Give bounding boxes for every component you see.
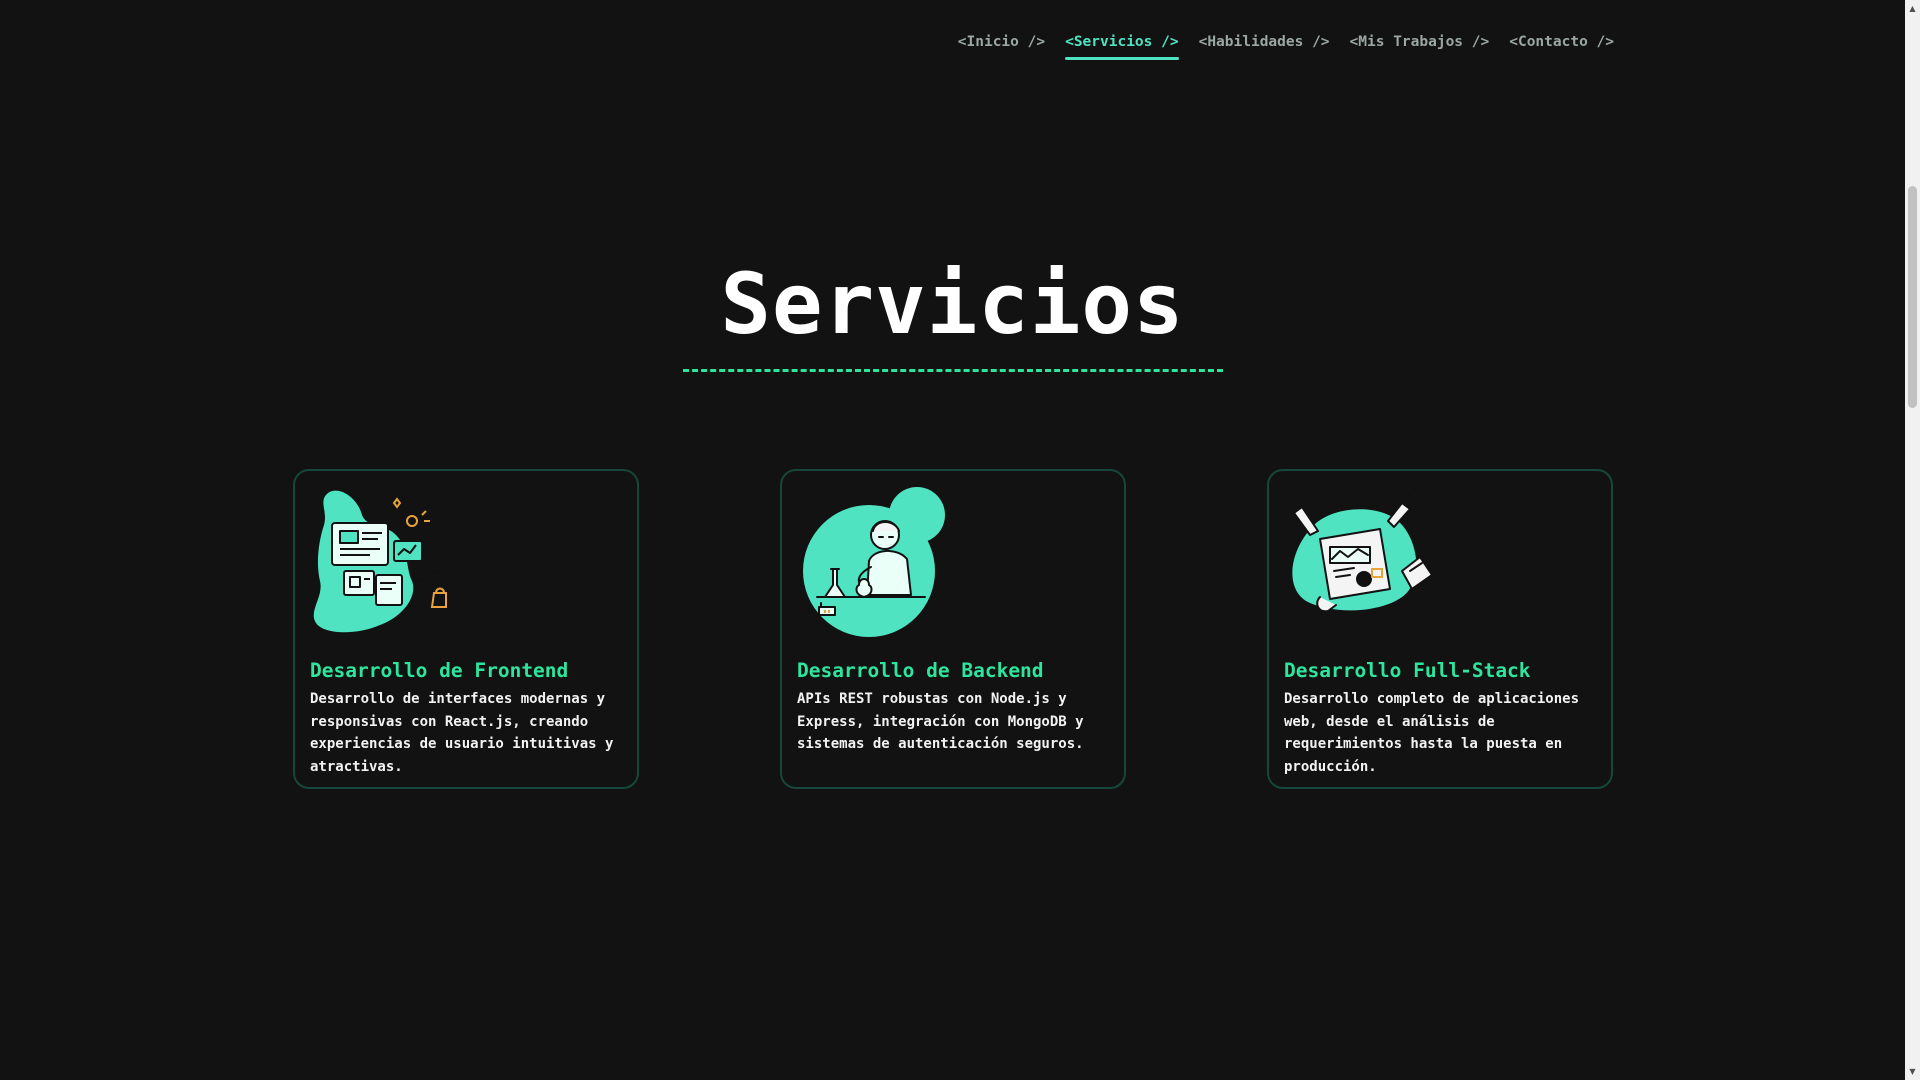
section-title: Servicios [720,255,1185,353]
main-nav: <Inicio /> <Servicios /> <Habilidades />… [958,30,1614,60]
fullstack-illustration-icon [1291,488,1433,613]
nav-item-servicios[interactable]: <Servicios /> [1065,30,1179,60]
card-title-fullstack: Desarrollo Full-Stack [1284,659,1531,682]
card-description-frontend: Desarrollo de interfaces modernas y resp… [310,691,614,775]
nav-item-contacto[interactable]: <Contacto /> [1509,30,1614,60]
card-description-backend: APIs REST robustas con Node.js y Express… [797,691,1084,752]
nav-item-inicio[interactable]: <Inicio /> [958,30,1045,60]
card-description-fullstack: Desarrollo completo de aplicaciones web,… [1284,691,1580,775]
scroll-thumb[interactable] [1908,186,1917,408]
card-title-backend: Desarrollo de Backend [797,659,1044,682]
page: <Inicio /> <Servicios /> <Habilidades />… [0,0,1920,1080]
nav-item-mis-trabajos[interactable]: <Mis Trabajos /> [1350,30,1490,60]
services-grid: Desarrollo de Frontend Desarrollo de int… [293,469,1613,789]
nav-item-habilidades[interactable]: <Habilidades /> [1199,30,1330,60]
card-title-frontend: Desarrollo de Frontend [310,659,569,682]
title-underline [683,369,1223,372]
frontend-illustration-icon [313,490,447,633]
scroll-up-arrow-icon[interactable]: ▲ [1905,0,1920,17]
service-card-fullstack: Desarrollo Full-Stack Desarrollo complet… [1267,469,1613,789]
service-card-frontend: Desarrollo de Frontend Desarrollo de int… [293,469,639,789]
page-scrollbar[interactable]: ▲ ▼ [1905,0,1920,1080]
backend-illustration-icon [803,487,945,637]
service-card-backend: Desarrollo de Backend APIs REST robustas… [780,469,1126,789]
scroll-down-arrow-icon[interactable]: ▼ [1905,1063,1920,1080]
